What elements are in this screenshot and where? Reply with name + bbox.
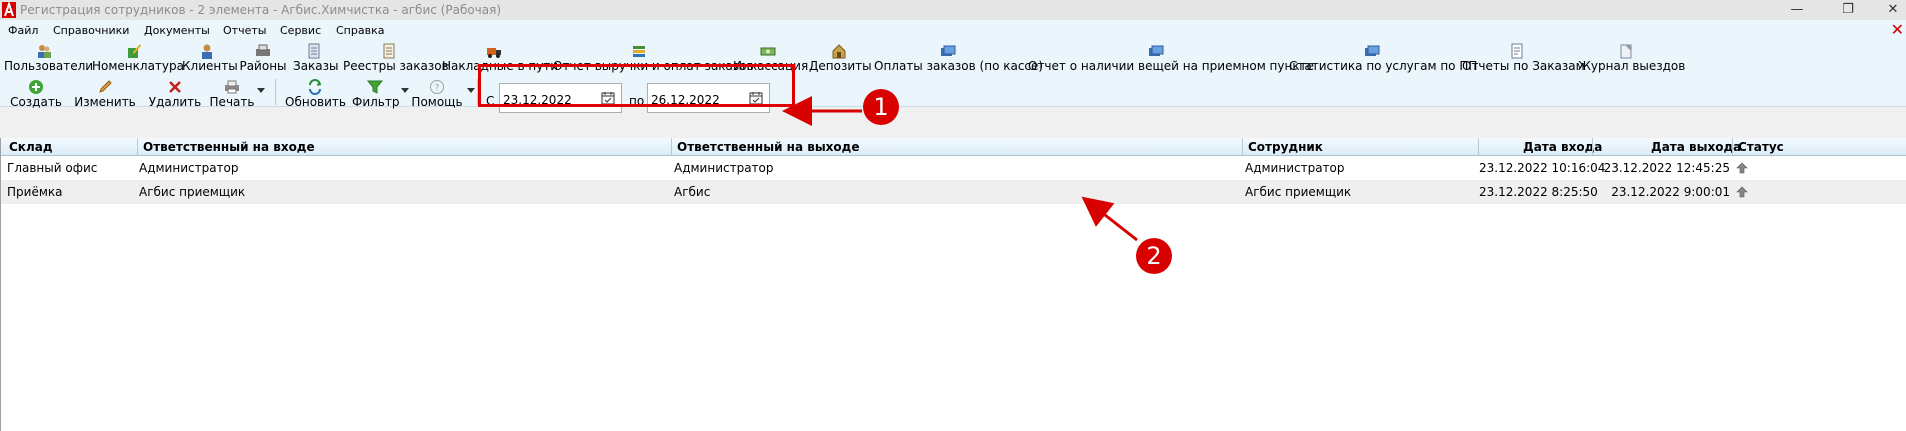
callout-2: 2 xyxy=(1136,238,1172,274)
callout-1: 1 xyxy=(863,89,899,125)
arrow-to-grid xyxy=(1081,196,1138,242)
annotation-arrows xyxy=(782,96,1138,242)
